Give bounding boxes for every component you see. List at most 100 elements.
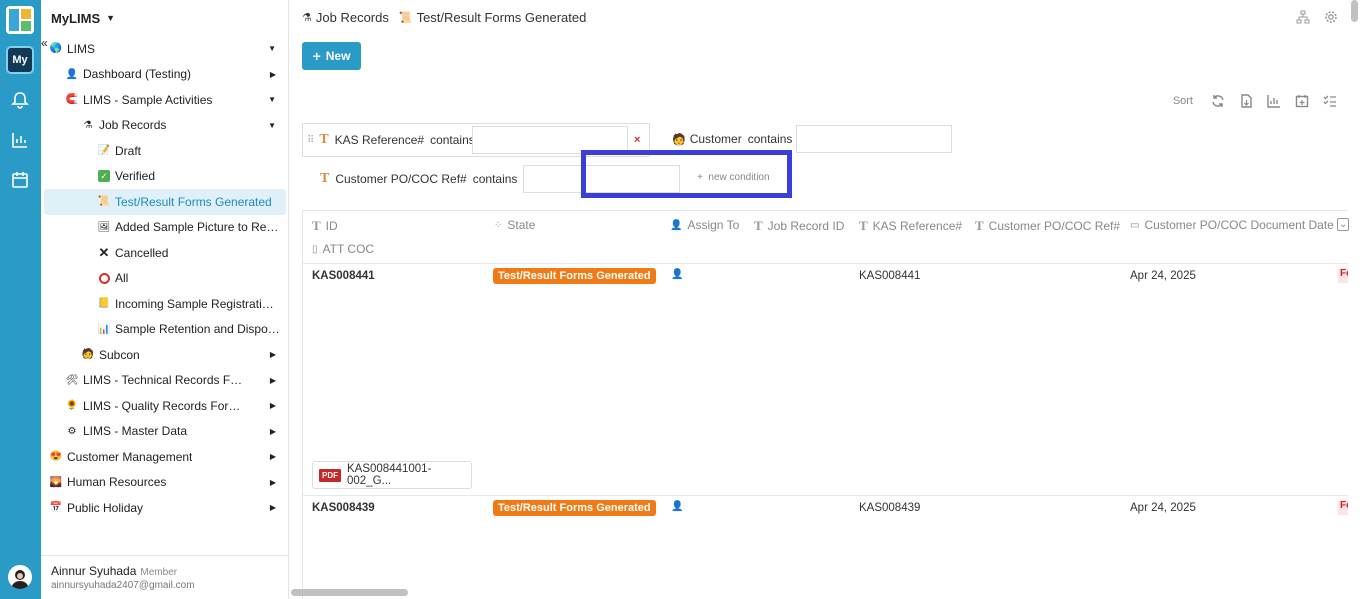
nav-item-dashboard[interactable]: 👤 Dashboard (Testing) ▶ xyxy=(44,62,286,88)
nav-item-test-result-forms[interactable]: 📜 Test/Result Forms Generated xyxy=(44,189,286,215)
nav-item-incoming-sample[interactable]: 📒 Incoming Sample Registration ... xyxy=(44,291,286,317)
chevron-down-icon: ▼ xyxy=(268,44,276,54)
new-button-label: New xyxy=(325,49,351,63)
user-avatar[interactable] xyxy=(8,565,32,589)
check-icon: ✓ xyxy=(98,170,110,183)
nav-item-cancelled[interactable]: ✕ Cancelled xyxy=(44,240,286,266)
column-header-kas-reference[interactable]: T KAS Reference# xyxy=(859,218,962,234)
chevron-right-icon: ▶ xyxy=(269,375,276,385)
filter-po-operator[interactable]: contains xyxy=(473,172,518,186)
app-rail: My xyxy=(0,0,41,599)
checklist-icon[interactable] xyxy=(1323,94,1337,108)
user-profile[interactable]: Ainnur Syuhada Member ainnursyuhada2407@g… xyxy=(41,555,289,599)
nav-item-draft[interactable]: 📝 Draft xyxy=(44,138,286,164)
nav-item-sample-activities[interactable]: 🧲 LIMS - Sample Activities ▼ xyxy=(44,87,286,113)
bar-chart-icon[interactable] xyxy=(11,131,29,149)
nav-item-technical-records[interactable]: 🛠LIMS - Technical Records Form (T...▶ xyxy=(44,368,286,394)
magnet-icon: 🧲 xyxy=(65,94,79,106)
column-header-id[interactable]: T ID xyxy=(312,218,338,234)
filter-customer: 🧑 Customer contains xyxy=(672,125,953,153)
text-field-icon: T xyxy=(975,218,984,233)
sort-button[interactable]: Sort xyxy=(1173,95,1193,107)
calendar-add-icon[interactable] xyxy=(1295,94,1309,108)
cell-po-date: Apr 24, 2025 xyxy=(1130,270,1196,282)
new-button[interactable]: + New xyxy=(302,42,361,70)
assignee-user-icon[interactable]: 👤 xyxy=(671,501,683,512)
my-workspace-button[interactable]: My xyxy=(6,46,34,74)
column-header-att-coc[interactable]: ▯ ATT COC xyxy=(312,242,374,256)
table-row[interactable]: KAS008441 Test/Result Forms Generated 👤 … xyxy=(303,263,1348,495)
scroll-icon: 📜 xyxy=(398,12,413,24)
calendar-icon: ▭ xyxy=(1130,219,1140,231)
column-header-assign-to[interactable]: 👤 Assign To xyxy=(670,218,739,232)
chevron-down-icon: ▼ xyxy=(268,120,276,130)
overflow-tag: Fo xyxy=(1338,268,1348,283)
app-logo-icon[interactable] xyxy=(6,6,34,34)
status-badge: Test/Result Forms Generated xyxy=(493,268,656,284)
breadcrumb-current: Test/Result Forms Generated xyxy=(416,10,587,25)
new-condition-button[interactable]: + new condition xyxy=(697,172,770,183)
nav-item-quality-records[interactable]: 🌻LIMS - Quality Records Form (QRF)▶ xyxy=(44,393,286,419)
filter-kas-operator[interactable]: contains xyxy=(430,133,475,147)
breadcrumb: ⚗ Job Records 📜 Test/Result Forms Genera… xyxy=(302,10,586,25)
column-header-po-date[interactable]: ▭ Customer PO/COC Document Date xyxy=(1130,218,1334,232)
column-header-state[interactable]: ⁘ State xyxy=(494,218,535,232)
filter-customer-input[interactable] xyxy=(796,125,953,153)
nav-item-lims[interactable]: 🌎 LIMS ▼ xyxy=(44,36,286,62)
nav-item-customer-management[interactable]: 😍 Customer Management ▶ xyxy=(44,444,286,470)
chevron-right-icon: ▶ xyxy=(269,69,276,79)
nav-item-subcon[interactable]: 🧑 Subcon ▶ xyxy=(44,342,286,368)
hierarchy-icon[interactable] xyxy=(1296,10,1310,24)
nav-item-verified[interactable]: ✓ Verified xyxy=(44,164,286,190)
sidebar: MyLIMS ▼ « 🌎 LIMS ▼ 👤 Dashboard (Testing) ▶ … xyxy=(41,0,289,599)
bell-icon[interactable] xyxy=(11,91,29,109)
cell-id[interactable]: KAS008441 xyxy=(312,270,375,282)
attachment-pdf[interactable]: PDF KAS008441001-002_G... xyxy=(312,461,472,489)
breadcrumb-job-records[interactable]: Job Records xyxy=(316,10,389,25)
records-table: T ID ⁘ State 👤 Assign To T Job Record ID T KA… xyxy=(302,210,1350,599)
person-icon: 👤 xyxy=(65,68,79,80)
workspace-switcher[interactable]: MyLIMS ▼ xyxy=(41,0,288,36)
horizontal-scrollbar[interactable] xyxy=(291,589,408,596)
top-icons xyxy=(1296,10,1338,24)
status-badge: Test/Result Forms Generated xyxy=(493,500,656,516)
nav-item-master-data[interactable]: ⚙ LIMS - Master Data ▶ xyxy=(44,419,286,445)
memo-icon: 📝 xyxy=(97,145,111,157)
cell-kas-reference: KAS008439 xyxy=(859,502,921,514)
nav-item-added-sample-picture[interactable]: 🖼 Added Sample Picture to Repor... xyxy=(44,215,286,241)
calendar-icon[interactable] xyxy=(11,171,29,189)
spinner-icon: ⁘ xyxy=(494,219,503,231)
refresh-icon[interactable] xyxy=(1211,94,1225,108)
text-field-icon: T xyxy=(319,132,329,147)
filter-kas-label: KAS Reference# xyxy=(334,133,425,147)
remove-filter-icon[interactable]: × xyxy=(634,134,640,146)
table-row[interactable]: KAS008439 Test/Result Forms Generated 👤 … xyxy=(303,495,1348,595)
gear-icon: ⚙ xyxy=(67,425,77,437)
drag-handle-icon[interactable]: ⠿ xyxy=(307,135,314,146)
globe-icon: 🌎 xyxy=(49,43,63,55)
nav-item-public-holiday[interactable]: 📅 Public Holiday ▶ xyxy=(44,495,286,521)
chevron-right-icon: ▶ xyxy=(269,350,276,360)
nav-item-all[interactable]: All xyxy=(44,266,286,292)
column-header-job-record-id[interactable]: T Job Record ID xyxy=(754,218,844,234)
pdf-icon: PDF xyxy=(319,468,341,482)
filter-customer-operator[interactable]: contains xyxy=(748,132,793,146)
customer-emoji-icon: 🧑 xyxy=(672,133,686,146)
nav-item-sample-retention[interactable]: 📊 Sample Retention and Disposal... xyxy=(44,317,286,343)
text-field-icon: T xyxy=(312,218,321,233)
overflow-tag: Fo xyxy=(1338,500,1348,515)
vertical-scrollbar[interactable] xyxy=(1351,0,1358,22)
chevron-right-icon: ▶ xyxy=(269,401,276,411)
calendar-icon: 📅 xyxy=(49,502,63,514)
column-header-more-icon[interactable]: ⌄ xyxy=(1337,218,1350,231)
column-header-customer-po[interactable]: T Customer PO/COC Ref# xyxy=(975,218,1120,234)
nav-item-job-records[interactable]: ⚗ Job Records ▼ xyxy=(44,113,286,139)
file-icon: ▯ xyxy=(312,243,318,255)
export-file-icon[interactable] xyxy=(1239,94,1253,108)
assignee-user-icon[interactable]: 👤 xyxy=(671,269,683,280)
settings-icon[interactable] xyxy=(1324,10,1338,24)
tools-icon: 🛠 xyxy=(65,374,79,386)
report-chart-icon[interactable] xyxy=(1267,94,1281,108)
nav-item-human-resources[interactable]: 🌄 Human Resources ▶ xyxy=(44,470,286,496)
cell-id[interactable]: KAS008439 xyxy=(312,502,375,514)
